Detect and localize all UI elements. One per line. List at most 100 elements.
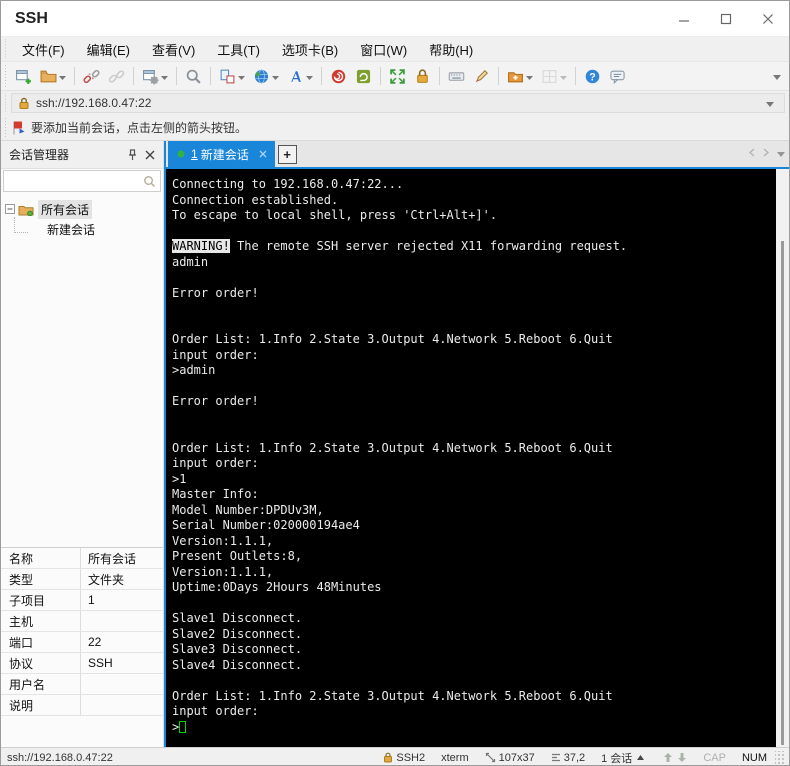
close-button[interactable] <box>747 1 789 36</box>
toolbar-overflow-button[interactable] <box>765 67 789 85</box>
tab-scroll-left-button[interactable] <box>749 144 755 162</box>
property-label: 用户名 <box>1 674 81 694</box>
session-manager-header: 会话管理器 <box>1 141 163 169</box>
grid-layout-button <box>538 64 570 88</box>
tree-item-1[interactable]: 新建会话 <box>1 217 163 239</box>
message-button[interactable] <box>606 65 629 88</box>
property-label: 端口 <box>1 632 81 652</box>
fullscreen-button[interactable] <box>386 65 409 88</box>
new-tab-button[interactable]: + <box>277 145 297 164</box>
caret-down-icon <box>560 67 567 85</box>
terminal-line: >1 <box>172 471 187 486</box>
status-session-count[interactable]: 1 会话 <box>601 750 647 766</box>
toolbar-separator <box>575 67 576 85</box>
status-scroll-buttons[interactable] <box>663 752 687 763</box>
address-dropdown-button[interactable] <box>762 96 778 110</box>
menu-bar: 文件(F) 编辑(E) 查看(V) 工具(T) 选项卡(B) 窗口(W) 帮助(H) <box>1 37 789 61</box>
font-button[interactable] <box>284 64 316 88</box>
terminal-line: Version:1.1.1, <box>172 564 274 579</box>
close-panel-button[interactable] <box>141 146 159 164</box>
property-row-6: 用户名 <box>1 674 163 695</box>
menu-item-0[interactable]: 文件(F) <box>11 37 76 62</box>
tab-close-button[interactable] <box>259 147 267 161</box>
new-folder-button[interactable] <box>504 64 536 88</box>
web-button[interactable] <box>250 64 282 88</box>
resize-grip[interactable] <box>775 750 785 765</box>
property-value: 所有会话 <box>88 551 137 566</box>
trace-button[interactable] <box>327 65 350 88</box>
keyboard-button[interactable] <box>445 65 468 88</box>
tab-scroll-right-button[interactable] <box>763 144 769 162</box>
menu-item-1[interactable]: 编辑(E) <box>76 37 141 62</box>
arrow-up-icon <box>664 753 673 762</box>
pin-panel-button[interactable] <box>123 146 141 164</box>
lock-icon <box>19 97 29 109</box>
session-manager-title: 会话管理器 <box>9 148 70 162</box>
terminal-line: Connection established. <box>172 192 339 207</box>
close-icon <box>145 150 155 159</box>
minimize-button[interactable] <box>663 1 705 36</box>
toolbar-separator <box>210 67 211 85</box>
scrollbar-thumb[interactable] <box>781 241 784 745</box>
caret-down-icon <box>526 67 533 85</box>
property-label: 说明 <box>1 695 81 715</box>
toolbar: ? <box>1 61 789 91</box>
layout-tabs-button[interactable] <box>216 64 248 88</box>
session-properties-button[interactable] <box>139 64 171 88</box>
menu-grip[interactable] <box>3 39 8 59</box>
help-icon: ? <box>584 68 601 85</box>
lock-button[interactable] <box>411 65 434 88</box>
terminal-line: WARNING! The remote SSH server rejected … <box>172 239 628 253</box>
highlight-pen-button[interactable] <box>470 65 493 88</box>
terminal-line: Model Number:DPDUv3M, <box>172 502 324 517</box>
resize-icon <box>485 752 495 763</box>
terminal-line: admin <box>172 254 209 269</box>
menu-item-6[interactable]: 帮助(H) <box>418 37 484 62</box>
caret-down-icon <box>59 67 66 85</box>
open-folder-button[interactable] <box>37 64 69 88</box>
toolbar-separator <box>498 67 499 85</box>
log-button[interactable] <box>352 65 375 88</box>
menu-item-3[interactable]: 工具(T) <box>206 37 271 62</box>
session-search-input[interactable] <box>8 173 143 189</box>
address-grip[interactable] <box>3 93 8 113</box>
reconnect-button <box>105 65 128 88</box>
help-button[interactable]: ? <box>581 65 604 88</box>
tab-bar: 1 新建会话 + <box>166 141 789 169</box>
tree-line <box>14 217 28 233</box>
notice-grip[interactable] <box>3 117 8 138</box>
toolbar-grip[interactable] <box>3 64 8 88</box>
tab-session-1[interactable]: 1 新建会话 <box>168 141 275 167</box>
session-properties-icon <box>142 68 159 85</box>
tab-list-button[interactable] <box>777 144 785 162</box>
svg-text:?: ? <box>589 71 595 83</box>
menu-item-2[interactable]: 查看(V) <box>141 37 206 62</box>
address-field[interactable]: ssh://192.168.0.47:22 <box>11 93 785 113</box>
maximize-button[interactable] <box>705 1 747 36</box>
terminal-line: Uptime:0Days 2Hours 48Minutes <box>172 580 382 594</box>
close-icon <box>259 150 267 158</box>
property-value: 1 <box>88 593 95 607</box>
collapse-expander-icon[interactable] <box>5 204 15 214</box>
terminal-wrap: Connecting to 192.168.0.47:22... Connecti… <box>166 169 789 747</box>
window-controls <box>663 1 789 36</box>
tree-item-0[interactable]: 所有会话 <box>1 199 163 219</box>
session-search-box[interactable] <box>3 170 161 192</box>
property-row-1: 类型 文件夹 <box>1 569 163 590</box>
chevron-left-icon <box>749 148 755 157</box>
menu-item-4[interactable]: 选项卡(B) <box>271 37 349 62</box>
disconnect-button[interactable] <box>80 65 103 88</box>
menu-item-5[interactable]: 窗口(W) <box>349 37 418 62</box>
toolbar-separator <box>176 67 177 85</box>
find-button[interactable] <box>182 65 205 88</box>
terminal-screen[interactable]: Connecting to 192.168.0.47:22... Connecti… <box>166 169 776 747</box>
terminal-scrollbar[interactable] <box>776 169 789 747</box>
pin-icon <box>128 148 136 160</box>
tree-item-label: 所有会话 <box>38 199 93 219</box>
caret-down-icon <box>777 152 785 157</box>
message-icon <box>609 68 626 85</box>
new-session-button[interactable] <box>12 65 35 88</box>
